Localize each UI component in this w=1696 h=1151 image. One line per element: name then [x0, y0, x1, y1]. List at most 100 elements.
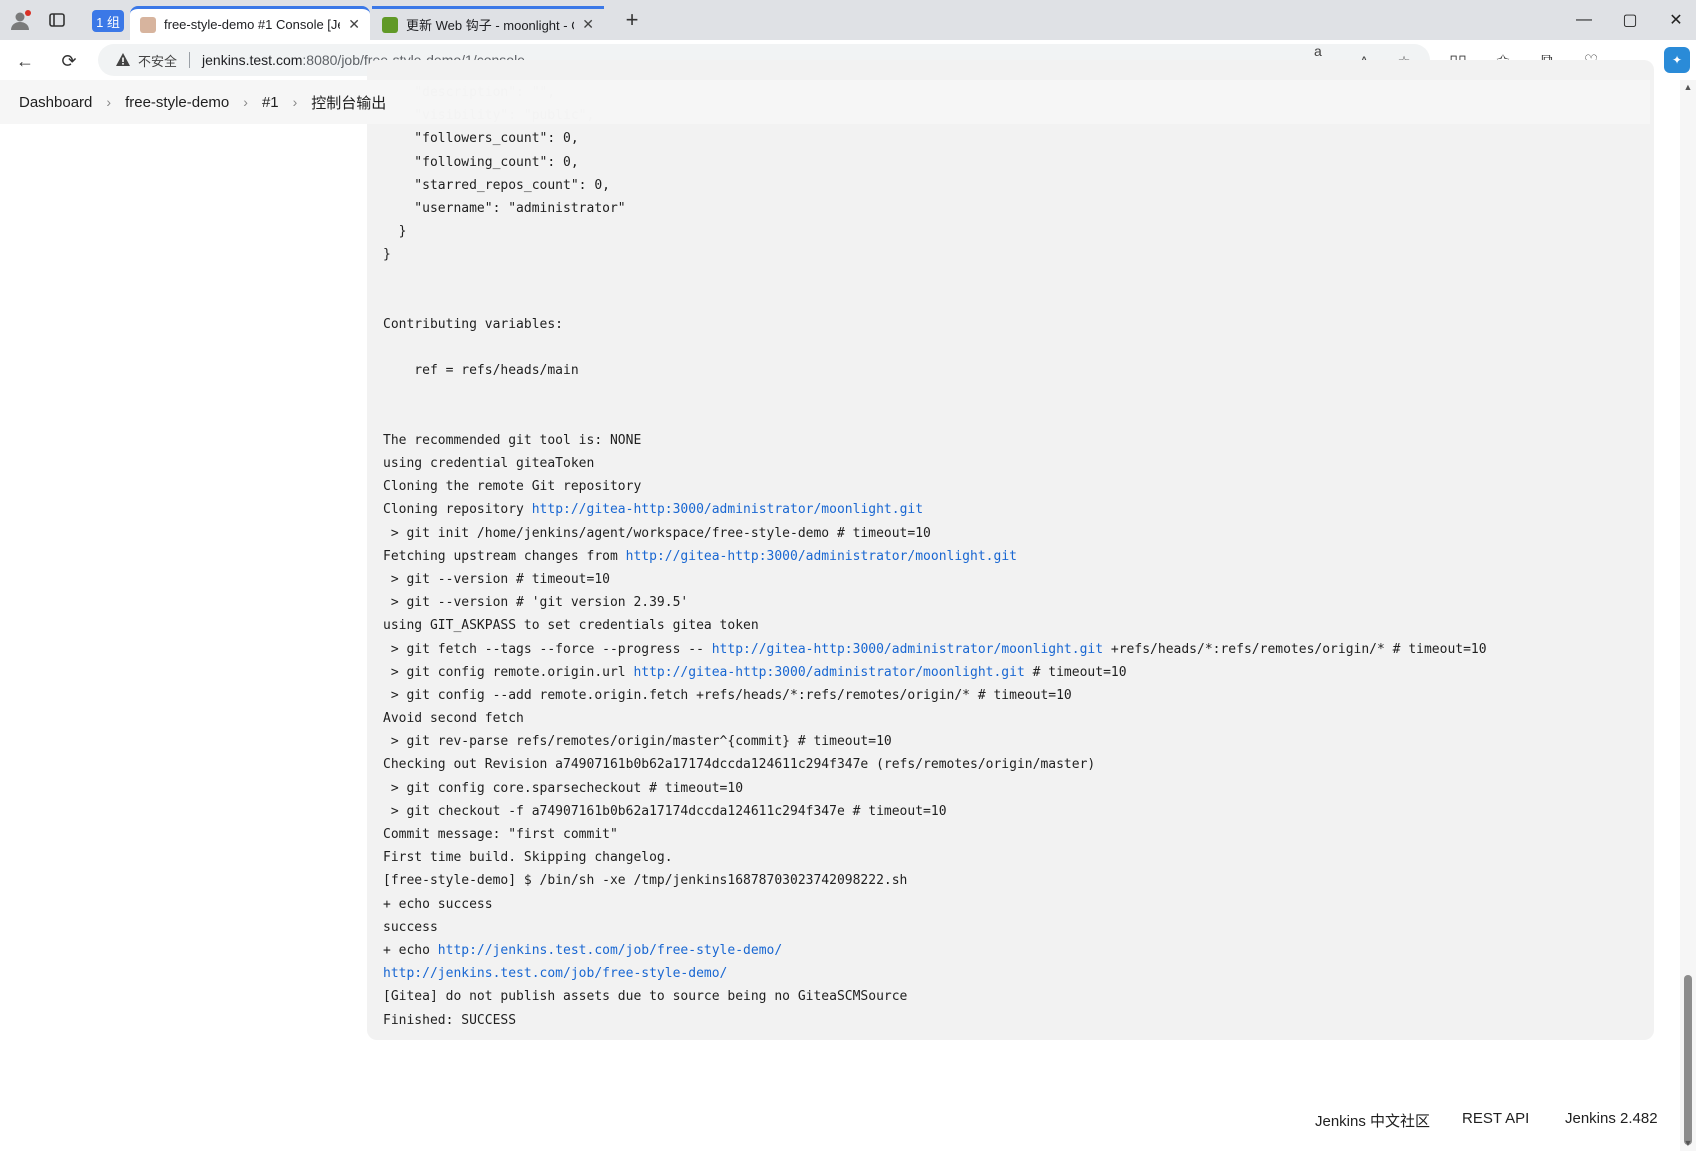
back-icon[interactable]: ← [12, 48, 38, 74]
browser-tab-bar: 1 组 free-style-demo #1 Console [Jenk ✕ 更… [0, 0, 1696, 40]
console-line-text: Fetching upstream changes from [383, 548, 626, 564]
console-line-text: [free-style-demo] $ /bin/sh -xe /tmp/jen… [383, 873, 908, 889]
console-line-text: > git rev-parse refs/remotes/origin/mast… [383, 734, 892, 750]
chevron-right-icon: › [243, 94, 248, 110]
console-line: The recommended git tool is: NONE [383, 429, 1487, 452]
close-icon[interactable]: ✕ [348, 16, 360, 33]
console-line-text: > git checkout -f a74907161b0b62a17174dc… [383, 803, 947, 819]
breadcrumb-console-output[interactable]: 控制台输出 [311, 92, 386, 113]
breadcrumb-build[interactable]: #1 [262, 94, 279, 111]
console-line: > git config core.sparsecheckout # timeo… [383, 777, 1487, 800]
console-line: Fetching upstream changes from http://gi… [383, 545, 1487, 568]
console-line: } [383, 243, 1487, 266]
console-line: using credential giteaToken [383, 452, 1487, 475]
console-line-text: Checking out Revision a74907161b0b62a171… [383, 757, 1096, 773]
tab-actions-icon[interactable] [45, 8, 69, 32]
profile-icon[interactable] [8, 8, 32, 32]
console-line-text: using GIT_ASKPASS to set credentials git… [383, 618, 759, 634]
reload-icon[interactable]: ⟳ [56, 48, 82, 74]
breadcrumb-dashboard[interactable]: Dashboard [19, 94, 92, 111]
page-scrollbar[interactable]: ▲ ▼ [1680, 80, 1696, 1151]
url-host: jenkins.test.com [202, 52, 303, 68]
console-lines: "description": "", "visibility": "public… [383, 81, 1487, 1032]
warning-icon[interactable] [114, 51, 132, 69]
console-line: [free-style-demo] $ /bin/sh -xe /tmp/jen… [383, 869, 1487, 892]
console-line: "following_count": 0, [383, 151, 1487, 174]
console-line: Contributing variables: [383, 313, 1487, 336]
console-line: Cloning repository http://gitea-http:300… [383, 498, 1487, 521]
breadcrumb: Dashboard › free-style-demo › #1 › 控制台输出 [0, 80, 1650, 124]
console-line: http://jenkins.test.com/job/free-style-d… [383, 962, 1487, 985]
console-line: + echo success [383, 893, 1487, 916]
footer-community-link[interactable]: Jenkins 中文社区 [1315, 1110, 1430, 1131]
tab-group-chip[interactable]: 1 组 [92, 10, 124, 32]
console-line-text: + echo success [383, 896, 493, 912]
console-line-text: Commit message: "first commit" [383, 827, 618, 842]
console-line-text: # timeout=10 [1024, 664, 1127, 680]
console-line-text: "starred_repos_count": 0, [383, 177, 610, 193]
console-line: > git config remote.origin.url http://gi… [383, 661, 1487, 684]
console-link[interactable]: http://gitea-http:3000/administrator/moo… [626, 549, 1017, 564]
close-icon[interactable]: ✕ [582, 16, 594, 33]
breadcrumb-job[interactable]: free-style-demo [125, 94, 229, 111]
console-line: Commit message: "first commit" [383, 823, 1487, 846]
console-line: "starred_repos_count": 0, [383, 174, 1487, 197]
scroll-up-icon[interactable]: ▲ [1683, 82, 1693, 92]
console-line-text: First time build. Skipping changelog. [383, 850, 673, 866]
console-line: > git init /home/jenkins/agent/workspace… [383, 522, 1487, 545]
console-line-text: } [383, 224, 407, 240]
console-line: Finished: SUCCESS [383, 1009, 1487, 1032]
console-line-text: +refs/heads/*:refs/remotes/origin/* # ti… [1103, 641, 1487, 657]
console-link[interactable]: http://jenkins.test.com/job/free-style-d… [383, 966, 727, 981]
console-line-text: > git config --add remote.origin.fetch +… [383, 687, 1072, 703]
copilot-icon[interactable]: ✦ [1664, 47, 1690, 73]
gitea-favicon-icon [382, 16, 398, 33]
console-link[interactable]: http://gitea-http:3000/administrator/moo… [532, 502, 923, 517]
console-link[interactable]: http://jenkins.test.com/job/free-style-d… [438, 943, 782, 958]
console-line: > git --version # timeout=10 [383, 568, 1487, 591]
console-line-text: > git config remote.origin.url [383, 664, 634, 680]
console-line-text: Contributing variables: [383, 316, 564, 332]
console-line-text: "username": "administrator" [383, 200, 626, 216]
console-line-text: + echo [383, 942, 438, 958]
console-line: > git fetch --tags --force --progress --… [383, 638, 1487, 661]
console-line: [Gitea] do not publish assets due to sou… [383, 985, 1487, 1008]
tab-gitea-webhook[interactable]: 更新 Web 钩子 - moonlight - Gite ✕ [372, 6, 604, 40]
console-line-text: "following_count": 0, [383, 154, 579, 170]
maximize-icon[interactable]: ▢ [1618, 8, 1642, 32]
insecure-label: 不安全 [138, 53, 178, 69]
footer-version[interactable]: Jenkins 2.482 [1565, 1110, 1658, 1127]
window-close-icon[interactable]: ✕ [1664, 8, 1688, 32]
jenkins-favicon-icon [140, 16, 156, 33]
console-line-text: > git --version # 'git version 2.39.5' [383, 595, 689, 611]
minimize-icon[interactable]: — [1572, 8, 1596, 32]
console-line-text: ref = refs/heads/main [383, 363, 579, 379]
console-line-text: [Gitea] do not publish assets due to sou… [383, 989, 908, 1005]
new-tab-icon[interactable]: + [620, 7, 644, 32]
scrollbar-thumb[interactable] [1684, 975, 1692, 1145]
console-line-text: > git fetch --tags --force --progress -- [383, 641, 712, 657]
console-line: Checking out Revision a74907161b0b62a171… [383, 753, 1487, 776]
console-line-text: The recommended git tool is: NONE [383, 432, 642, 448]
console-line-text: success [383, 919, 438, 935]
console-link[interactable]: http://gitea-http:3000/administrator/moo… [633, 665, 1024, 680]
console-line: First time build. Skipping changelog. [383, 846, 1487, 869]
tab-title: free-style-demo #1 Console [Jenk [164, 17, 341, 32]
console-link[interactable]: http://gitea-http:3000/administrator/moo… [712, 642, 1103, 657]
console-line-text: > git config core.sparsecheckout # timeo… [383, 780, 744, 796]
console-line-text: using credential giteaToken [383, 456, 595, 471]
console-line: Cloning the remote Git repository [383, 475, 1487, 498]
scroll-down-icon[interactable]: ▼ [1683, 1138, 1693, 1148]
footer-rest-api-link[interactable]: REST API [1462, 1110, 1529, 1127]
tab-title: 更新 Web 钩子 - moonlight - Gite [406, 18, 574, 33]
console-line: "username": "administrator" [383, 197, 1487, 220]
tab-jenkins-console[interactable]: free-style-demo #1 Console [Jenk ✕ [130, 6, 370, 40]
console-line-text: Finished: SUCCESS [383, 1012, 517, 1028]
console-line: > git checkout -f a74907161b0b62a17174dc… [383, 800, 1487, 823]
chevron-right-icon: › [292, 94, 298, 110]
console-line-text: Cloning repository [383, 502, 532, 518]
